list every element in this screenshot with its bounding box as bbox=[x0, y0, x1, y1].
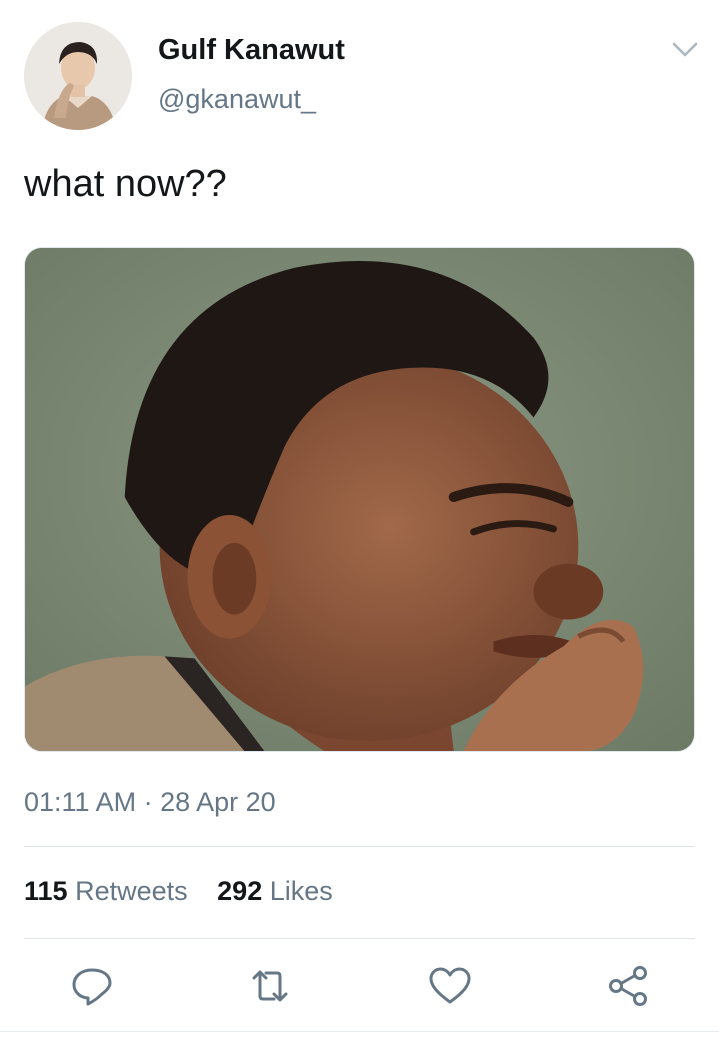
author-display-name[interactable]: Gulf Kanawut bbox=[158, 34, 345, 67]
tweet-stats: 115 Retweets 292 Likes bbox=[24, 876, 355, 907]
tweet-media-image[interactable] bbox=[24, 247, 695, 752]
author-handle[interactable]: @gkanawut_ bbox=[158, 84, 316, 115]
retweets-stat[interactable]: 115 Retweets bbox=[24, 876, 188, 906]
chevron-down-icon[interactable] bbox=[670, 38, 700, 62]
reply-icon[interactable] bbox=[68, 962, 116, 1010]
share-icon[interactable] bbox=[604, 962, 652, 1010]
divider bbox=[24, 938, 695, 939]
attached-photo bbox=[25, 248, 694, 751]
tweet-text: what now?? bbox=[24, 163, 227, 205]
likes-label: Likes bbox=[269, 876, 333, 906]
likes-stat[interactable]: 292 Likes bbox=[217, 876, 333, 906]
heart-icon[interactable] bbox=[426, 962, 474, 1010]
divider bbox=[24, 846, 695, 847]
likes-count: 292 bbox=[217, 876, 263, 906]
avatar-photo bbox=[24, 22, 132, 130]
tweet-timestamp[interactable]: 01:11 AM · 28 Apr 20 bbox=[24, 787, 276, 818]
retweets-count: 115 bbox=[24, 876, 68, 906]
divider bbox=[0, 1031, 719, 1032]
retweets-label: Retweets bbox=[75, 876, 188, 906]
retweet-icon[interactable] bbox=[246, 962, 294, 1010]
avatar[interactable] bbox=[24, 22, 132, 130]
